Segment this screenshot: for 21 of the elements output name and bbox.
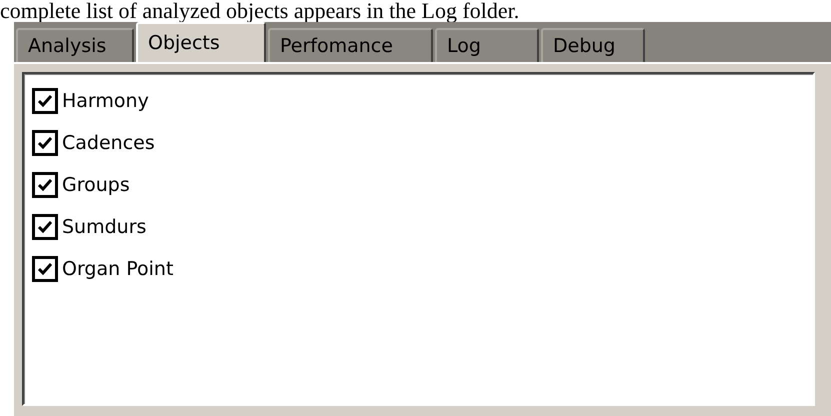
check-icon (38, 221, 52, 233)
tab[interactable]: Perfomance (268, 28, 433, 62)
check-icon (38, 179, 52, 191)
check-icon (38, 263, 52, 275)
check-icon (38, 137, 52, 149)
checkbox[interactable] (32, 88, 58, 114)
checkbox-label: Sumdurs (62, 216, 146, 238)
checkbox-label: Cadences (62, 132, 155, 154)
checkbox-label: Groups (62, 174, 130, 196)
tab[interactable]: Debug (541, 28, 645, 62)
tab[interactable]: Objects (136, 22, 266, 62)
checkbox-label: Organ Point (62, 258, 174, 280)
tab[interactable]: Log (435, 28, 539, 62)
checkbox[interactable] (32, 130, 58, 156)
caption-text: complete list of analyzed objects appears in the Log folder. (0, 0, 520, 22)
checkbox[interactable] (32, 172, 58, 198)
checkbox[interactable] (32, 256, 58, 282)
check-icon (38, 95, 52, 107)
checkbox-label: Harmony (62, 90, 149, 112)
checkbox[interactable] (32, 214, 58, 240)
tab[interactable]: Analysis (16, 28, 134, 62)
